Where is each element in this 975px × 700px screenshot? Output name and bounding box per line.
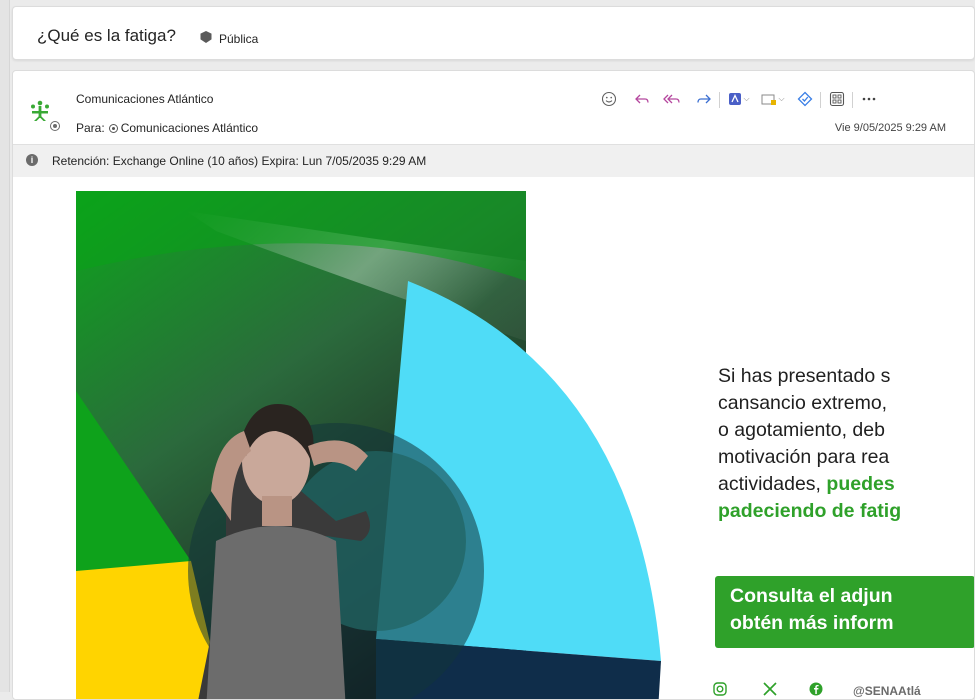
to-prefix: Para: <box>76 121 105 135</box>
print-preview-icon[interactable]: ⌵ <box>758 89 788 109</box>
subject-header: ¿Qué es la fatiga? Pública <box>12 6 975 60</box>
x-twitter-icon[interactable] <box>762 682 778 699</box>
sensitivity-label[interactable]: Pública <box>219 32 258 46</box>
reply-icon[interactable] <box>631 89 653 109</box>
email-body: Si has presentado s cansancio extremo, o… <box>13 177 974 699</box>
body-line-1: Si has presentado s <box>718 365 891 387</box>
subject-title: ¿Qué es la fatiga? <box>37 26 176 45</box>
recipient-line: Para: Comunicaciones Atlántico <box>76 121 258 135</box>
body-line-2: cansancio extremo, <box>718 392 888 414</box>
facebook-icon[interactable] <box>809 682 823 699</box>
retention-bar: i Retención: Exchange Online (10 años) E… <box>13 144 974 178</box>
body-paragraph: Si has presentado s cansancio extremo, o… <box>718 363 901 525</box>
recipient-name[interactable]: Comunicaciones Atlántico <box>121 121 258 135</box>
social-handle: @SENAAtlá <box>853 684 921 698</box>
attachment-cta-button[interactable]: Consulta el adjun obtén más inform <box>715 576 974 648</box>
body-line-5-text: actividades, <box>718 473 827 495</box>
message-date: Vie 9/05/2025 9:29 AM <box>834 122 946 134</box>
body-line-5: actividades, puedes <box>718 471 901 498</box>
body-line-3: o agotamiento, deb <box>718 419 885 441</box>
emoji-icon[interactable] <box>598 89 620 109</box>
translate-icon[interactable] <box>794 89 816 109</box>
sender-name[interactable]: Comunicaciones Atlántico <box>76 92 213 106</box>
toolbar-divider <box>820 92 821 108</box>
info-icon: i <box>26 154 38 166</box>
sensitivity-shield-icon <box>199 30 213 49</box>
toolbar-divider <box>719 92 720 108</box>
more-icon[interactable] <box>858 89 880 109</box>
body-line-5-highlight: puedes <box>826 473 895 495</box>
grid-icon[interactable] <box>826 89 848 109</box>
presence-status-icon <box>50 121 60 131</box>
cta-line-2: obtén más inform <box>730 612 894 634</box>
left-pane-edge <box>0 0 10 692</box>
apps-icon[interactable]: ⌵ <box>725 89 753 109</box>
forward-icon[interactable] <box>693 89 715 109</box>
fatigue-campaign-image <box>76 191 661 699</box>
recipient-presence-icon <box>108 124 118 133</box>
instagram-icon[interactable] <box>713 682 727 699</box>
retention-text: Retención: Exchange Online (10 años) Exp… <box>52 154 427 168</box>
cta-line-1: Consulta el adjun <box>730 585 893 607</box>
body-line-6: padeciendo de fatig <box>718 500 902 522</box>
body-line-4: motivación para rea <box>718 446 890 468</box>
reply-all-icon[interactable] <box>661 89 683 109</box>
toolbar-divider <box>852 92 853 108</box>
message-card: Comunicaciones Atlántico Para: Comunicaci… <box>12 70 975 700</box>
